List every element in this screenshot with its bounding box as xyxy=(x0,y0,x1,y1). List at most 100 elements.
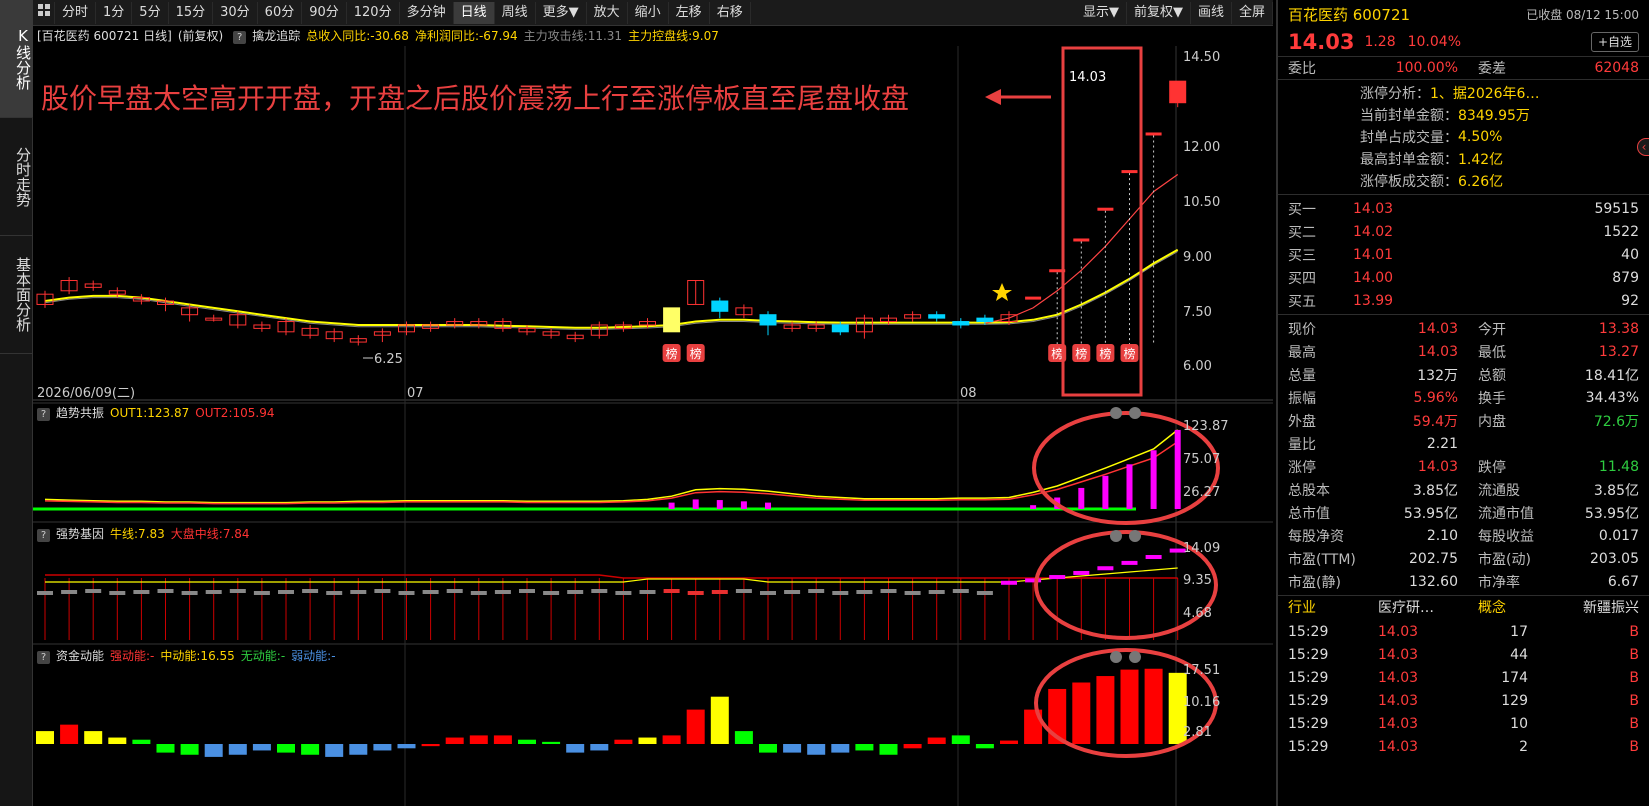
help-icon[interactable]: ? xyxy=(37,408,50,421)
toolbar-button-0[interactable]: 分时 xyxy=(55,1,97,24)
toolbar-button-12[interactable]: 放大 xyxy=(587,1,628,24)
concept-value[interactable]: 新疆振兴 xyxy=(1548,597,1639,617)
close-icon[interactable] xyxy=(1129,407,1141,419)
close-icon[interactable] xyxy=(1129,530,1141,542)
rank-badge[interactable]: 榜 xyxy=(1096,344,1115,362)
bid-row[interactable]: 买二 14.02 1522 xyxy=(1278,220,1649,243)
bid-book: 买一 14.03 59515 买二 14.02 1522 买三 14.01 40 买四 14.00 8… xyxy=(1278,194,1649,314)
price-change-pct: 10.04% xyxy=(1407,34,1461,50)
candle-body xyxy=(1121,170,1138,174)
toolbar-button-7[interactable]: 120分 xyxy=(347,1,400,24)
tick-side: B xyxy=(1629,692,1639,709)
bid-row[interactable]: 买四 14.00 879 xyxy=(1278,266,1649,289)
bid-row[interactable]: 买一 14.03 59515 xyxy=(1278,197,1649,220)
trend-bar xyxy=(1174,429,1181,509)
tab-fundamentals[interactable]: 基本面分析 xyxy=(0,236,33,354)
quote-label: 总市值 xyxy=(1288,505,1330,522)
add-watchlist-button[interactable]: +自选 xyxy=(1590,32,1639,52)
toolbar-right-button-3[interactable]: 全屏 xyxy=(1232,1,1273,24)
bid-volume: 59515 xyxy=(1594,200,1639,217)
concept-label: 概念 xyxy=(1478,600,1506,616)
fund-bar xyxy=(831,744,850,753)
rank-badge[interactable]: 榜 xyxy=(1120,344,1139,362)
quote-label: 每股净资 xyxy=(1288,528,1344,545)
rank-badge[interactable]: 榜 xyxy=(1072,344,1091,362)
strong-marker xyxy=(591,589,608,593)
strong-marker xyxy=(253,591,270,595)
gear-icon[interactable] xyxy=(1110,407,1122,419)
highlight-box xyxy=(1061,46,1143,397)
quote-label: 涨停 xyxy=(1288,459,1316,476)
bid-label: 买一 xyxy=(1288,201,1316,218)
toolbar-button-14[interactable]: 左移 xyxy=(669,1,710,24)
fund-axis: 17.51 10.16 2.81 xyxy=(1183,663,1220,740)
help-icon[interactable]: ? xyxy=(37,651,50,664)
wc-label: 委差 xyxy=(1478,61,1506,77)
quote-label: 总量 xyxy=(1288,367,1316,384)
date-label: 07 xyxy=(407,386,424,401)
quote-label: 流通股 xyxy=(1478,482,1520,499)
toolbar-button-6[interactable]: 90分 xyxy=(302,1,347,24)
rank-badge[interactable]: 榜 xyxy=(662,344,681,362)
industry-value[interactable]: 医疗研… xyxy=(1378,597,1458,617)
date-label: 08 xyxy=(960,386,977,401)
tab-kline-analysis[interactable]: K线分析 xyxy=(0,0,33,118)
grid-menu-icon[interactable] xyxy=(33,1,55,24)
quote-value: 6.67 xyxy=(1607,573,1639,590)
candle-body xyxy=(663,307,680,332)
toolbar-right-button-2[interactable]: 画线 xyxy=(1191,1,1232,24)
quote-value: 14.03 xyxy=(1417,343,1458,360)
quote-value: 3.85亿 xyxy=(1412,482,1458,499)
tick-price: 14.03 xyxy=(1378,715,1419,732)
bid-label: 买四 xyxy=(1288,270,1316,287)
fund-bar xyxy=(975,744,994,749)
gear-icon[interactable] xyxy=(1110,530,1122,542)
tick-row: 15:29 14.03 17 B xyxy=(1278,620,1649,643)
toolbar-button-10[interactable]: 周线 xyxy=(495,1,536,24)
toolbar-right-button-0[interactable]: 显示▼ xyxy=(1076,1,1127,24)
toolbar-button-11[interactable]: 更多▼ xyxy=(536,1,587,24)
bid-row[interactable]: 买五 13.99 92 xyxy=(1278,289,1649,312)
strong-marker xyxy=(350,590,367,594)
toolbar-button-5[interactable]: 60分 xyxy=(258,1,303,24)
toolbar-button-3[interactable]: 15分 xyxy=(169,1,214,24)
toolbar-button-9[interactable]: 日线 xyxy=(453,1,495,24)
strong-marker xyxy=(61,590,78,594)
fund-bar xyxy=(36,731,54,744)
tick-price: 14.03 xyxy=(1378,623,1419,640)
tick-volume: 17 xyxy=(1510,623,1528,640)
toolbar-button-13[interactable]: 缩小 xyxy=(628,1,669,24)
toolbar-button-15[interactable]: 右移 xyxy=(710,1,751,24)
toolbar-button-2[interactable]: 5分 xyxy=(132,1,169,24)
fund-weak: 弱动能:- xyxy=(291,649,336,663)
gear-icon[interactable] xyxy=(1110,651,1122,663)
close-icon[interactable] xyxy=(1129,651,1141,663)
price-tick: 6.00 xyxy=(1183,359,1212,374)
tick-row: 15:29 14.03 2 B xyxy=(1278,735,1649,758)
fund-bar xyxy=(759,744,777,753)
strong-marker xyxy=(880,589,897,593)
bid-row[interactable]: 买三 14.01 40 xyxy=(1278,243,1649,266)
toolbar-button-1[interactable]: 1分 xyxy=(96,1,133,24)
wc-value: 62048 xyxy=(1594,60,1639,76)
price-change: 1.28 xyxy=(1364,34,1396,50)
tick-volume: 44 xyxy=(1510,646,1528,663)
annotation-text: 股价早盘太空高开开盘，开盘之后股价震荡上行至涨停板直至尾盘收盘 xyxy=(41,82,909,115)
tick-time: 15:29 xyxy=(1288,692,1329,709)
limit-info-row: 最高封单金额： 1.42亿 xyxy=(1278,148,1649,170)
rank-badge[interactable]: 榜 xyxy=(686,344,705,362)
quote-value: 202.75 xyxy=(1409,550,1458,567)
quote-value: 13.38 xyxy=(1598,320,1639,337)
toolbar-button-8[interactable]: 多分钟 xyxy=(400,1,454,24)
help-icon[interactable]: ? xyxy=(37,529,50,542)
price-tick: 7.50 xyxy=(1183,305,1212,320)
strong-marker xyxy=(422,590,439,594)
fund-bar xyxy=(1072,682,1091,744)
toolbar-right-button-1[interactable]: 前复权▼ xyxy=(1127,1,1191,24)
toolbar-button-4[interactable]: 30分 xyxy=(213,1,258,24)
fund-bar xyxy=(204,744,223,757)
quote-row: 总市值 53.95亿 流通市值 53.95亿 xyxy=(1278,501,1649,524)
collapse-arrow-icon[interactable]: ‹ xyxy=(1637,138,1649,156)
star-icon[interactable] xyxy=(992,283,1012,301)
tab-intraday[interactable]: 分时走势 xyxy=(0,118,33,236)
